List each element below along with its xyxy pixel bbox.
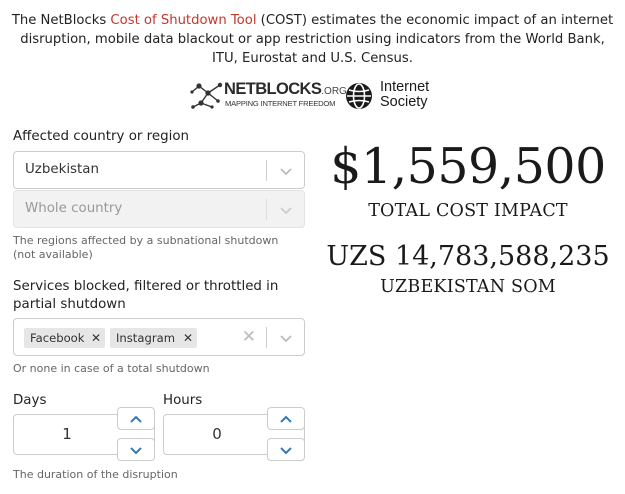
intro-text-before: The NetBlocks [11,13,111,28]
netblocks-logo[interactable]: NETBLOCKS.ORG MAPPING INTERNET FREEDOM [190,79,347,113]
local-currency-caption: UZBEKISTAN SOM [380,277,556,297]
service-tag-facebook: Facebook ✕ [24,328,105,348]
remove-tag-icon[interactable]: ✕ [183,328,193,348]
duration-help: The duration of the disruption [13,468,178,481]
hours-input[interactable]: 0 [163,407,305,461]
netblocks-wordmark: NETBLOCKS.ORG [224,80,347,98]
partner-logos: NETBLOCKS.ORG MAPPING INTERNET FREEDOM I… [0,79,625,115]
clear-icon[interactable]: ✕ [242,327,256,347]
services-label: Services blocked, filtered or throttled … [13,279,279,312]
days-decrement-button[interactable] [117,438,155,461]
region-select: Whole country [13,190,305,228]
days-value: 1 [62,425,72,443]
select-separator [266,199,267,220]
country-value: Uzbekistan [25,162,99,177]
hours-increment-button[interactable] [267,407,305,430]
services-multiselect[interactable]: Facebook ✕ Instagram ✕ ✕ [13,318,305,356]
cost-tool-link[interactable]: Cost of Shutdown Tool [110,13,256,28]
total-cost-caption: TOTAL COST IMPACT [368,201,568,221]
chevron-down-icon [280,447,292,455]
globe-icon [346,83,372,109]
region-value: Whole country [25,201,123,216]
service-tag-instagram: Instagram ✕ [110,328,197,348]
days-increment-button[interactable] [117,407,155,430]
internet-society-logo[interactable]: Internet Society [345,80,445,114]
network-graph-icon [190,82,223,109]
netblocks-tagline: MAPPING INTERNET FREEDOM [225,99,336,108]
chevron-down-icon [280,207,292,215]
internet-society-wordmark: Internet Society [380,79,430,110]
chevron-down-icon [130,447,142,455]
hours-value: 0 [212,425,222,443]
select-separator [266,327,267,348]
total-cost-usd: $1,559,500 [330,138,606,195]
days-input[interactable]: 1 [13,407,155,461]
chevron-down-icon[interactable] [276,328,296,348]
region-help: The regions affected by a subnational sh… [13,234,279,261]
remove-tag-icon[interactable]: ✕ [91,328,101,348]
intro-text: The NetBlocks Cost of Shutdown Tool (COS… [8,11,617,68]
hours-decrement-button[interactable] [267,438,305,461]
days-label: Days [13,393,47,408]
chevron-down-icon[interactable] [276,161,296,181]
chevron-up-icon [130,415,142,423]
total-cost-local: UZS 14,783,588,235 [326,241,610,272]
chevron-up-icon [280,415,292,423]
select-separator [266,160,267,181]
country-label: Affected country or region [13,129,190,144]
country-select[interactable]: Uzbekistan [13,151,305,189]
services-help: Or none in case of a total shutdown [13,362,210,375]
hours-label: Hours [163,393,203,408]
